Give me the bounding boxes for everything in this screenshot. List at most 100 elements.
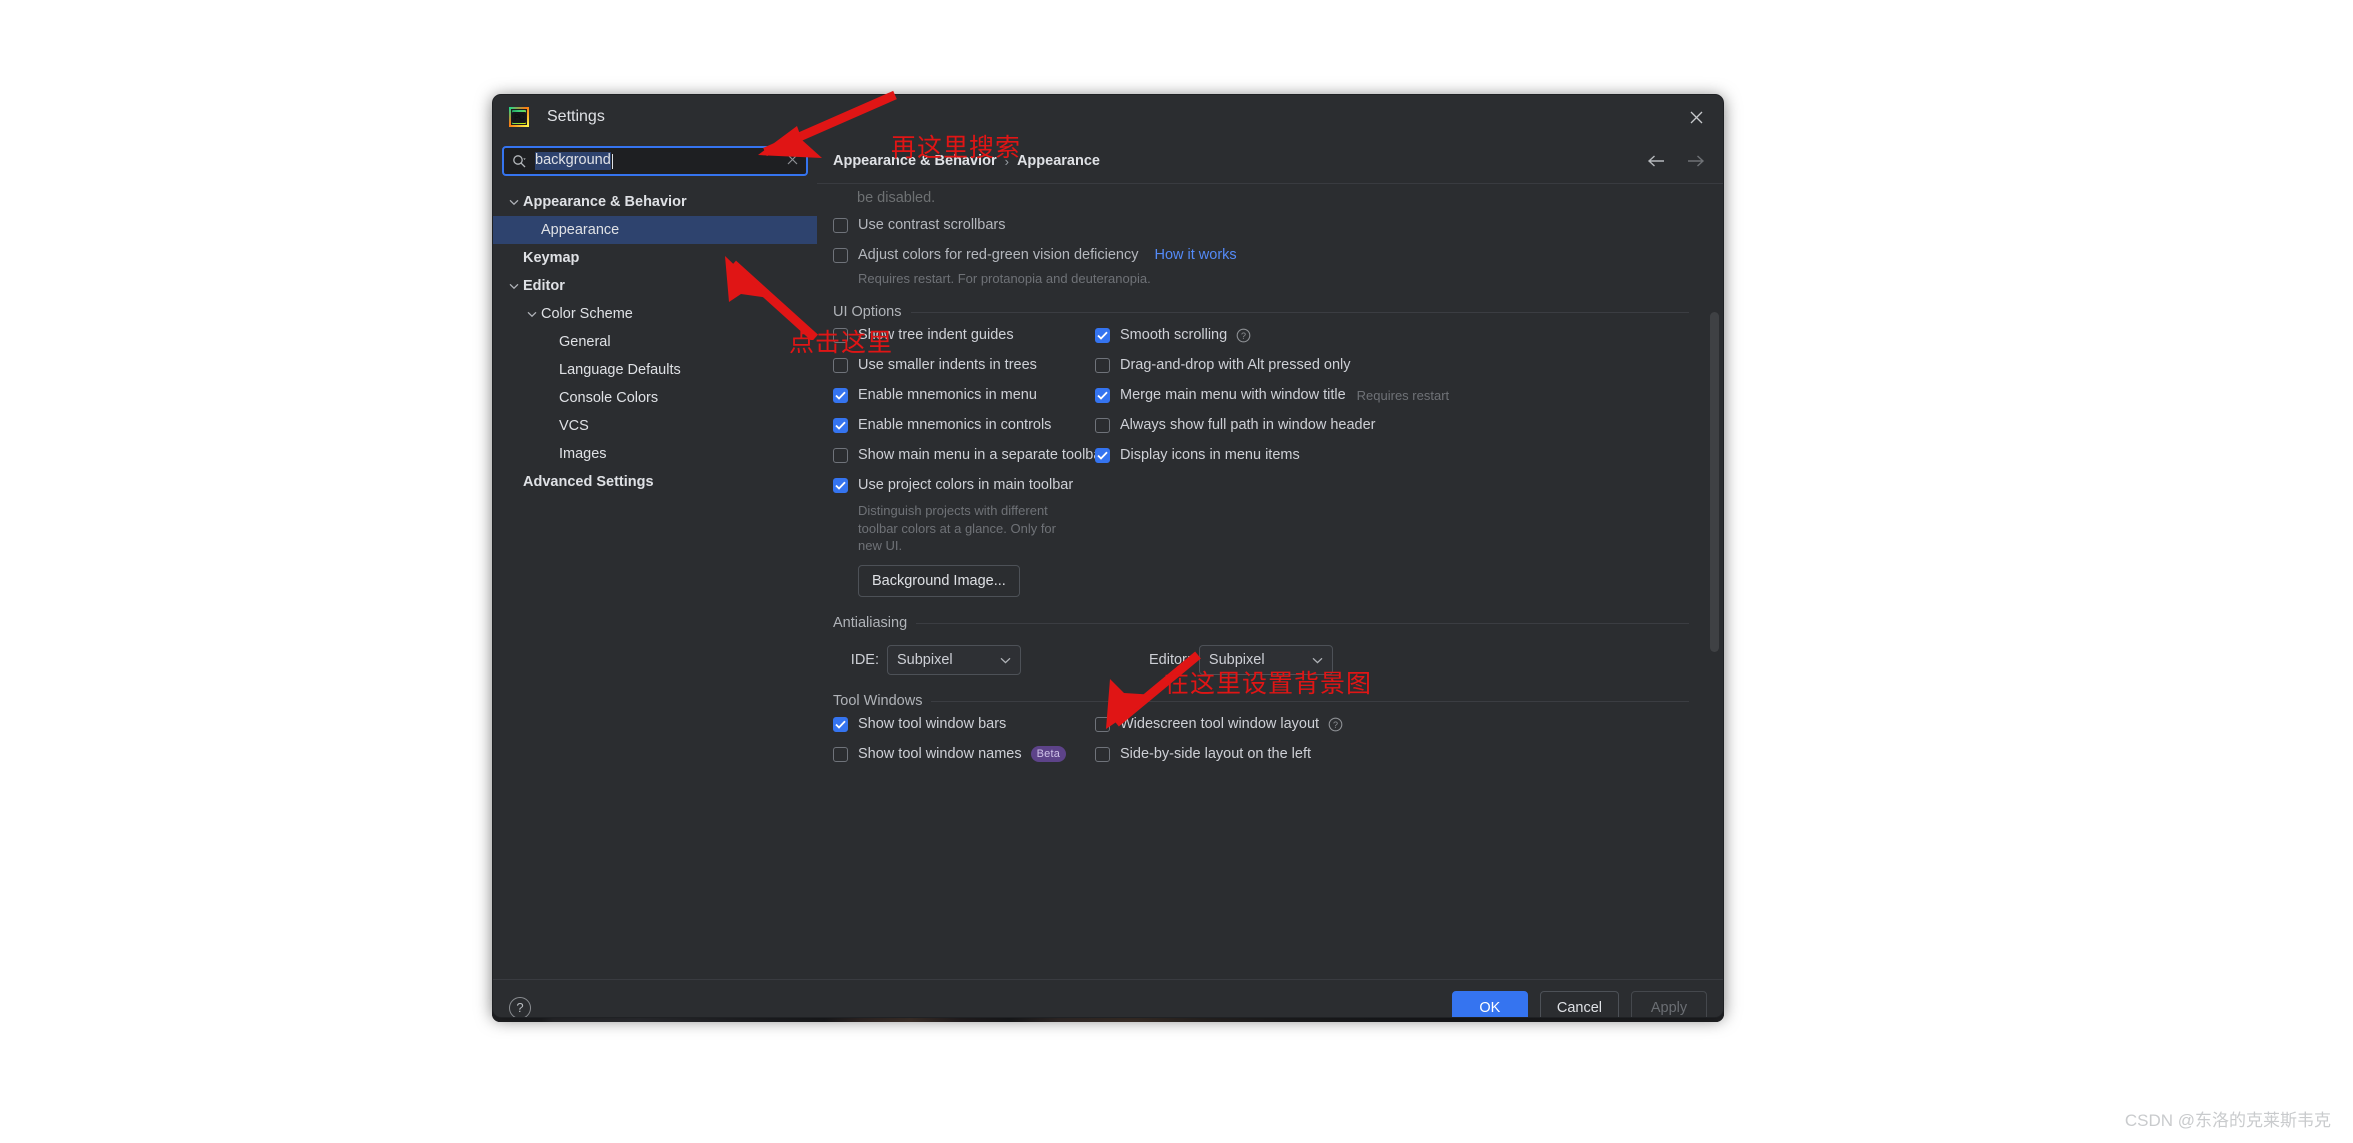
- checkbox-label: Enable mnemonics in controls: [858, 417, 1052, 433]
- search-icon: [512, 154, 527, 169]
- group-title: UI Options: [833, 304, 902, 320]
- sidebar-item-appearance[interactable]: Appearance: [493, 216, 817, 244]
- sidebar-item-language-defaults[interactable]: Language Defaults: [493, 356, 817, 384]
- help-button[interactable]: ?: [509, 996, 531, 1017]
- group-divider: [916, 622, 1689, 624]
- checkbox-box[interactable]: [833, 447, 848, 463]
- checkbox-enable-mnemonics-in-controls[interactable]: Enable mnemonics in controls: [833, 410, 1095, 440]
- sidebar-item-label: VCS: [559, 418, 589, 434]
- checkbox-label: Drag-and-drop with Alt pressed only: [1120, 357, 1351, 373]
- checkbox-adjust-colors[interactable]: Adjust colors for red-green vision defic…: [833, 240, 1689, 270]
- checkbox-label: Side-by-side layout on the left: [1120, 746, 1312, 763]
- arrow-left-icon[interactable]: [1647, 154, 1665, 168]
- dialog-title-bar: PC Settings: [493, 95, 1723, 139]
- sidebar-item-keymap[interactable]: Keymap: [493, 244, 817, 272]
- checkbox-box[interactable]: [1095, 357, 1110, 373]
- ui-options-columns: Show tree indent guides Use smaller inden…: [833, 320, 1689, 598]
- checkbox-label: Use contrast scrollbars: [858, 217, 1006, 233]
- pycharm-logo-icon: PC: [509, 107, 529, 127]
- group-header-antialiasing: Antialiasing: [833, 615, 1689, 631]
- sidebar-item-console-colors[interactable]: Console Colors: [493, 384, 817, 412]
- ide-antialiasing-label: IDE:: [850, 652, 879, 669]
- checkbox-show-tool-window-names[interactable]: Show tool window names Beta: [833, 739, 1095, 769]
- help-circle-icon[interactable]: ?: [1236, 328, 1251, 343]
- clear-icon[interactable]: [787, 152, 798, 170]
- checkbox-box[interactable]: [833, 357, 848, 373]
- checkbox-box[interactable]: [1095, 417, 1110, 433]
- checkbox-box[interactable]: [833, 746, 848, 762]
- arrow-right-icon[interactable]: [1687, 154, 1705, 168]
- sidebar-item-label: Keymap: [523, 250, 580, 266]
- sidebar-item-color-scheme[interactable]: Color Scheme: [493, 300, 817, 328]
- sidebar-item-label: Images: [559, 446, 607, 462]
- tool-windows-columns: Show tool window bars Show tool window na…: [833, 709, 1689, 769]
- settings-sidebar: background Appearance & Behavior Appearan…: [493, 139, 817, 979]
- checkbox-label: Show tool window bars: [858, 716, 1007, 733]
- checkbox-enable-mnemonics-in-menu[interactable]: Enable mnemonics in menu: [833, 380, 1095, 410]
- ui-options-left-column: Show tree indent guides Use smaller inden…: [833, 320, 1106, 598]
- sidebar-item-label: Editor: [523, 278, 565, 294]
- tool-windows-right-column: Widescreen tool window layout? Side-by-si…: [1095, 709, 1689, 769]
- sidebar-item-editor[interactable]: Editor: [493, 272, 817, 300]
- checkbox-box[interactable]: [833, 217, 848, 233]
- checkbox-smooth-scrolling[interactable]: Smooth scrolling?: [1095, 320, 1689, 350]
- checkbox-display-icons-in-menu-items[interactable]: Display icons in menu items: [1095, 440, 1689, 470]
- checkbox-use-contrast-scrollbars[interactable]: Use contrast scrollbars: [833, 210, 1689, 240]
- cancel-button[interactable]: Cancel: [1539, 990, 1619, 1017]
- help-circle-icon[interactable]: ?: [1328, 717, 1343, 732]
- checkbox-box[interactable]: [833, 417, 848, 433]
- checkbox-always-show-full-path-in-window-header[interactable]: Always show full path in window header: [1095, 410, 1689, 440]
- settings-dialog: PC Settings background Appearance & Beha…: [492, 94, 1724, 1018]
- checkbox-label: Adjust colors for red-green vision defic…: [858, 247, 1139, 263]
- checkbox-label: Show tool window names: [858, 746, 1022, 763]
- checkbox-show-tool-window-bars[interactable]: Show tool window bars: [833, 709, 1095, 739]
- sidebar-item-label: Advanced Settings: [523, 474, 654, 490]
- checkbox-box[interactable]: [1095, 716, 1110, 732]
- chevron-down-icon: [523, 311, 541, 318]
- checkbox-use-project-colors-in-main-toolbar[interactable]: Use project colors in main toolbar: [833, 470, 1095, 500]
- svg-text:?: ?: [1333, 720, 1338, 730]
- chevron-down-icon: [505, 199, 523, 206]
- breadcrumb-current: Appearance: [1016, 153, 1100, 169]
- sidebar-item-label: Language Defaults: [559, 362, 681, 378]
- checkbox-box[interactable]: [1095, 447, 1110, 463]
- sidebar-item-label: Color Scheme: [541, 306, 633, 322]
- vertical-scrollbar[interactable]: [1710, 312, 1719, 652]
- sidebar-item-appearance-behavior[interactable]: Appearance & Behavior: [493, 188, 817, 216]
- sidebar-item-label: Console Colors: [559, 390, 659, 406]
- checkbox-drag-and-drop-with-alt-pressed-only[interactable]: Drag-and-drop with Alt pressed only: [1095, 350, 1689, 380]
- checkbox-box[interactable]: [1095, 387, 1110, 403]
- sidebar-item-general[interactable]: General: [493, 328, 817, 356]
- checkbox-box[interactable]: [833, 247, 848, 263]
- checkbox-label: Merge main menu with window title: [1120, 387, 1346, 403]
- checkbox-box[interactable]: [833, 387, 848, 403]
- checkbox-label: Show main menu in a separate toolbar: [858, 447, 1107, 463]
- sidebar-item-vcs[interactable]: VCS: [493, 412, 817, 440]
- sidebar-item-images[interactable]: Images: [493, 440, 817, 468]
- checkbox-box[interactable]: [833, 477, 848, 493]
- checkbox-label: Use project colors in main toolbar: [858, 477, 1074, 493]
- checkbox-merge-main-menu-with-window-title[interactable]: Merge main menu with window title Require…: [1095, 380, 1689, 410]
- group-divider: [910, 311, 1689, 313]
- apply-button[interactable]: Apply: [1631, 990, 1707, 1017]
- checkbox-box[interactable]: [833, 716, 848, 732]
- navigation-arrows: [1647, 154, 1705, 168]
- ide-antialiasing-select[interactable]: Subpixel: [887, 645, 1021, 676]
- group-divider: [931, 700, 1689, 702]
- background-image-button[interactable]: Background Image...: [858, 565, 1020, 598]
- checkbox-widescreen-tool-window-layout[interactable]: Widescreen tool window layout?: [1095, 709, 1689, 739]
- sidebar-item-advanced-settings[interactable]: Advanced Settings: [493, 468, 817, 496]
- how-it-works-link[interactable]: How it works: [1154, 247, 1236, 263]
- checkbox-box[interactable]: [1095, 746, 1110, 762]
- checkbox-box[interactable]: [1095, 327, 1110, 343]
- search-input[interactable]: background: [502, 146, 808, 176]
- screenshot-root: PC Settings background Appearance & Beha…: [0, 0, 2353, 1143]
- checkbox-side-by-side-layout-on-the-left[interactable]: Side-by-side layout on the left: [1095, 739, 1689, 769]
- ok-button[interactable]: OK: [1451, 990, 1528, 1017]
- group-header-ui-options: UI Options: [833, 304, 1689, 320]
- close-icon[interactable]: [1669, 95, 1723, 139]
- dialog-body: background Appearance & Behavior Appearan…: [493, 139, 1723, 979]
- checkbox-label: Display icons in menu items: [1120, 447, 1300, 463]
- chevron-down-icon: [505, 283, 523, 290]
- checkbox-show-main-menu-in-a-separate-toolbar[interactable]: Show main menu in a separate toolbar: [833, 440, 1106, 470]
